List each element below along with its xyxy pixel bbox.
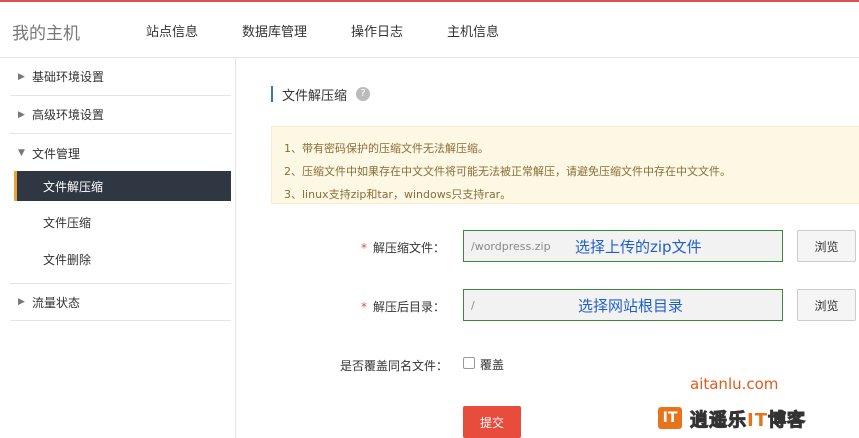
required-mark: * bbox=[361, 300, 367, 314]
chevron-right-icon: ▶ bbox=[18, 297, 25, 307]
sidebar-item-label: 流量状态 bbox=[32, 295, 81, 310]
sidebar-item-label: 文件管理 bbox=[32, 146, 81, 161]
page-title: 文件解压缩 bbox=[282, 88, 348, 104]
watermark-logo-icon: IT bbox=[658, 407, 682, 429]
sidebar-item-label: 基础环境设置 bbox=[32, 70, 105, 84]
sidebar-item-label: 高级环境设置 bbox=[32, 108, 105, 122]
nav-operation-log[interactable]: 操作日志 bbox=[351, 21, 403, 40]
chevron-right-icon: ▶ bbox=[18, 71, 25, 82]
top-header: 我的主机 站点信息 数据库管理 操作日志 主机信息 bbox=[0, 2, 859, 58]
sidebar: ▶ 基础环境设置 ▶ 高级环境设置 ▼ 文件管理 文件解压缩 文件压缩 文件删除… bbox=[0, 58, 236, 438]
sidebar-subitem-zip[interactable]: 文件压缩 bbox=[14, 207, 231, 237]
help-icon[interactable]: ? bbox=[356, 87, 371, 101]
chevron-right-icon: ▶ bbox=[18, 109, 25, 120]
submit-button[interactable]: 提交 bbox=[463, 406, 521, 438]
notice-box: 1、带有密码保护的压缩文件无法解压缩。 2、压缩文件中如果存在中文文件将可能无法… bbox=[271, 126, 859, 204]
top-nav: 站点信息 数据库管理 操作日志 主机信息 bbox=[146, 21, 543, 40]
nav-host-info[interactable]: 主机信息 bbox=[447, 21, 499, 40]
unzip-file-hint: 选择上传的zip文件 bbox=[575, 238, 702, 256]
target-dir-value: / bbox=[471, 298, 475, 312]
browse-dir-button[interactable]: 浏览 bbox=[797, 289, 856, 321]
overwrite-checkbox-label[interactable]: 覆盖 bbox=[480, 356, 504, 373]
nav-database[interactable]: 数据库管理 bbox=[242, 21, 307, 40]
overwrite-checkbox[interactable] bbox=[463, 357, 475, 369]
chevron-down-icon: ▼ bbox=[18, 148, 25, 158]
nav-site-info[interactable]: 站点信息 bbox=[146, 21, 198, 40]
notice-line-3: 3、linux支持zip和tar，windows只支持rar。 bbox=[284, 188, 512, 201]
sidebar-item-traffic[interactable]: ▶ 流量状态 bbox=[10, 283, 231, 321]
notice-line-2: 2、压缩文件中如果存在中文文件将可能无法被正常解压，请避免压缩文件中存在中文文件… bbox=[284, 165, 731, 178]
brand-title[interactable]: 我的主机 bbox=[12, 19, 80, 44]
section-title: 文件解压缩 ? bbox=[271, 86, 371, 104]
unzip-file-label: * 解压缩文件： bbox=[361, 241, 446, 255]
watermark-text: 逍遥乐IT博客 bbox=[690, 410, 806, 432]
target-dir-hint: 选择网站根目录 bbox=[578, 297, 684, 315]
sidebar-subitem-delete[interactable]: 文件删除 bbox=[14, 244, 231, 274]
sidebar-item-basic-env[interactable]: ▶ 基础环境设置 bbox=[10, 58, 231, 96]
sidebar-item-file-manage[interactable]: ▼ 文件管理 bbox=[10, 134, 231, 172]
notice-line-1: 1、带有密码保护的压缩文件无法解压缩。 bbox=[284, 142, 489, 155]
sidebar-item-advanced-env[interactable]: ▶ 高级环境设置 bbox=[10, 96, 231, 134]
watermark-url: aitanlu.com bbox=[690, 375, 779, 393]
target-dir-label: * 解压后目录： bbox=[361, 300, 446, 314]
sidebar-subitem-unzip[interactable]: 文件解压缩 bbox=[14, 171, 231, 201]
overwrite-label: 是否覆盖同名文件： bbox=[340, 359, 449, 373]
browse-file-button[interactable]: 浏览 bbox=[797, 230, 856, 262]
required-mark: * bbox=[361, 241, 367, 255]
unzip-file-value: /wordpress.zip bbox=[471, 239, 551, 253]
